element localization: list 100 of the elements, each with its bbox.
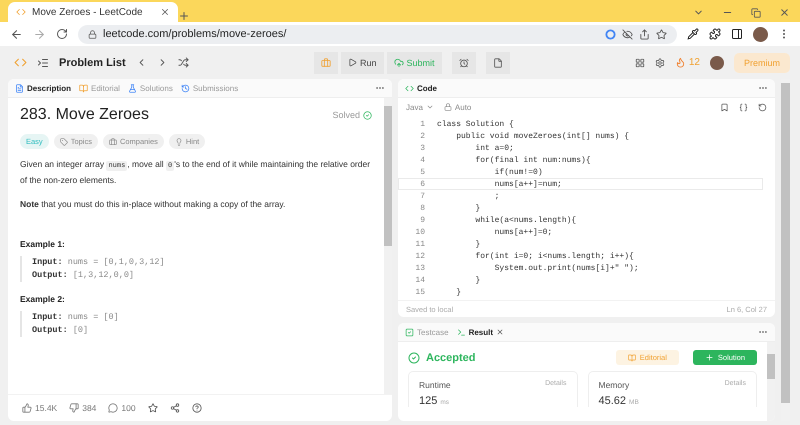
line-number: 2	[419, 132, 426, 140]
panel-tab[interactable]: Submissions	[180, 84, 238, 92]
scrollbar-thumb[interactable]	[384, 106, 392, 246]
code-line: System.out.print(nums[i]+" ");	[494, 264, 639, 272]
code-line: }	[474, 204, 480, 212]
tab-title: Move Zeroes - LeetCode	[32, 6, 144, 18]
shuffle-icon[interactable]	[178, 57, 189, 68]
line-number: 4	[419, 156, 426, 164]
avatar[interactable]	[753, 26, 768, 42]
address-bar[interactable]: leetcode.com/problems/move-zeroes/	[78, 24, 677, 44]
share-icon[interactable]	[639, 28, 650, 40]
logo-icon	[16, 7, 26, 17]
line-number: 13	[414, 264, 426, 272]
reload-icon[interactable]	[56, 28, 68, 40]
puzzle-icon[interactable]	[709, 28, 721, 40]
line-number: 1	[419, 120, 426, 128]
run-button[interactable]: Run	[340, 52, 384, 74]
code-line: ;	[494, 192, 500, 200]
notes-button[interactable]	[486, 52, 510, 74]
problem-list-link[interactable]: Problem List	[59, 56, 126, 68]
layout-icon[interactable]	[634, 58, 645, 68]
stat-label: Memory	[598, 380, 630, 390]
line-number: 5	[419, 168, 426, 176]
settings-icon[interactable]	[654, 58, 665, 68]
solved-status: Solved	[332, 110, 360, 120]
line-number: 3	[419, 144, 426, 152]
language-select[interactable]: Java	[406, 102, 434, 112]
reset-icon[interactable]	[758, 102, 767, 112]
alarm-clock-icon	[458, 58, 469, 68]
restore-icon[interactable]	[751, 8, 761, 18]
scrollbar-thumb[interactable]	[781, 83, 790, 403]
example-title: Example 1:	[20, 239, 66, 249]
line-number: 9	[419, 216, 426, 224]
auto-mode[interactable]: Auto	[444, 102, 472, 112]
checkbox-icon	[405, 328, 414, 336]
close-icon[interactable]	[160, 7, 170, 17]
chevron-down-icon	[426, 103, 434, 111]
star-icon[interactable]	[148, 403, 158, 413]
back-icon[interactable]	[10, 28, 23, 40]
list-icon[interactable]	[37, 56, 49, 68]
check-circle-icon	[363, 110, 372, 120]
side-panel-icon[interactable]	[731, 28, 743, 40]
like-button[interactable]: 15.4K	[22, 403, 58, 413]
code-line: nums[a++]=0;	[494, 228, 552, 236]
stat-value: 125	[419, 394, 438, 406]
code-line: nums[a++]=num;	[494, 180, 562, 188]
line-number: 8	[419, 204, 426, 212]
eye-off-icon[interactable]	[622, 28, 633, 40]
star-icon[interactable]	[656, 28, 667, 40]
code-line: for(int i=0; i<nums.length; i++){	[474, 252, 634, 260]
book-icon	[628, 354, 636, 362]
comments-button[interactable]: 100	[108, 403, 136, 413]
example-input-text: Input: nums = [0,1,0,3,12]	[32, 257, 165, 267]
help-icon[interactable]	[192, 403, 202, 413]
verdict-text: Accepted	[426, 352, 477, 364]
close-icon[interactable]	[779, 7, 790, 18]
flask-icon	[128, 84, 137, 92]
stat-value: 45.62	[598, 394, 626, 406]
pipette-icon[interactable]	[687, 28, 699, 40]
braces-icon[interactable]	[739, 102, 748, 112]
example-output-text: Output: [1,3,12,0,0]	[32, 270, 134, 280]
book-icon	[79, 84, 88, 92]
code-tab[interactable]: Code	[405, 84, 437, 92]
code-line: while(a<nums.length){	[474, 216, 576, 224]
thumbs-up-icon	[22, 403, 32, 413]
flame-icon	[674, 57, 686, 68]
panel-tab[interactable]: Testcase	[405, 328, 449, 336]
timer-button[interactable]	[452, 52, 476, 74]
lightbulb-icon	[174, 138, 183, 146]
streak-counter[interactable]: 12	[674, 57, 700, 68]
tag-icon	[60, 138, 68, 146]
line-number: 7	[419, 192, 426, 200]
panel-tab[interactable]: Solutions	[128, 84, 173, 92]
code-line: }	[474, 240, 480, 248]
plus-icon[interactable]	[178, 10, 190, 22]
plus-icon	[704, 353, 714, 362]
panel-tab[interactable]: Result	[456, 328, 504, 336]
code-line: if(num!=0)	[494, 168, 543, 176]
example-output-text: Output: [0]	[32, 325, 88, 335]
scrollbar-thumb[interactable]	[767, 354, 775, 379]
check-circle-icon	[408, 352, 420, 364]
document-icon	[15, 84, 24, 92]
dislike-button[interactable]: 384	[69, 403, 96, 413]
share-icon[interactable]	[170, 403, 180, 413]
bookmark-icon[interactable]	[720, 102, 729, 112]
logo-icon	[14, 56, 27, 69]
history-icon	[180, 84, 190, 92]
line-number: 6	[419, 180, 426, 188]
code-line: class Solution {	[437, 120, 514, 128]
browser-tab[interactable]: Move Zeroes - LeetCode	[8, 2, 178, 22]
avatar[interactable]	[710, 56, 724, 70]
premium-button[interactable]: Premium	[734, 52, 790, 72]
panel-tab[interactable]: Editorial	[79, 84, 120, 92]
play-icon	[348, 58, 357, 67]
line-number: 15	[414, 288, 426, 296]
submit-button[interactable]: Submit	[386, 52, 442, 74]
terminal-icon	[456, 328, 466, 336]
panel-tab[interactable]: Description	[15, 84, 72, 92]
line-number: 14	[414, 276, 426, 284]
example-title: Example 2:	[20, 294, 66, 304]
